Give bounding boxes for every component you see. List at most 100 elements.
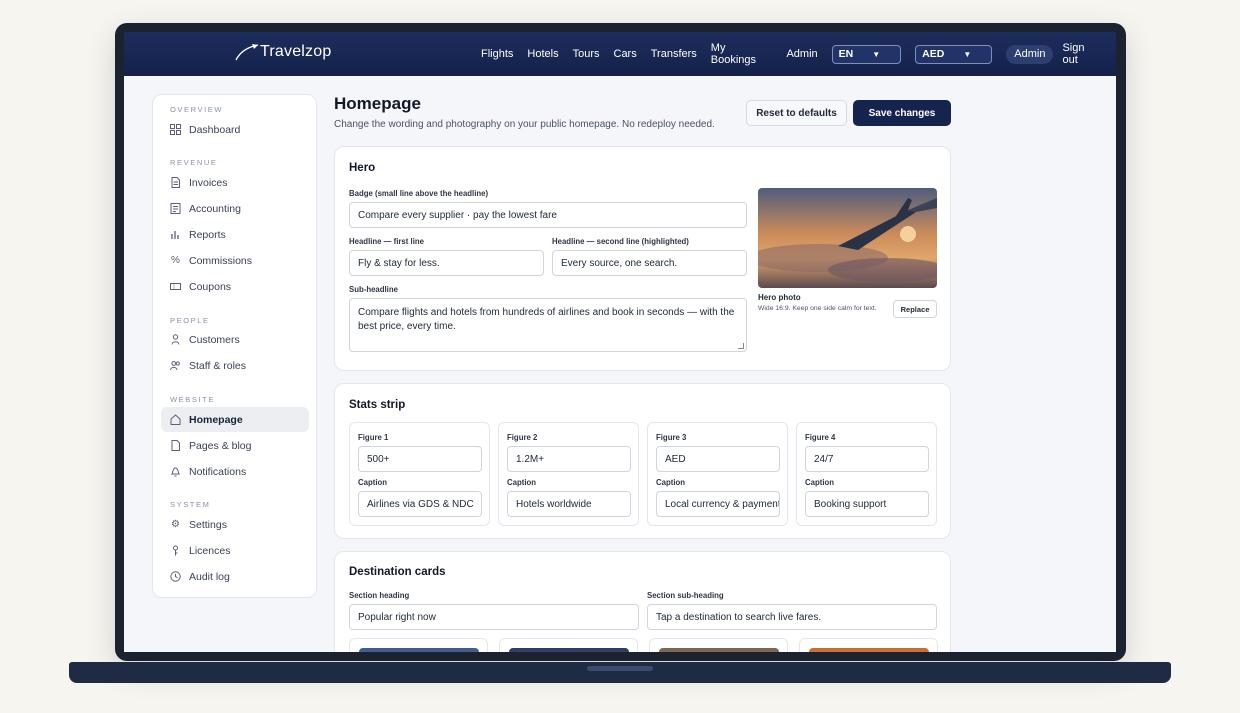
destination-card[interactable] [349, 638, 488, 652]
sidebar-section-people: PEOPLE [170, 316, 210, 325]
destination-card[interactable] [799, 638, 938, 652]
user-chip[interactable]: Admin [1006, 44, 1054, 64]
badge-label: Badge (small line above the headline) [349, 189, 489, 198]
subheadline-textarea[interactable]: Compare flights and hotels from hundreds… [349, 298, 747, 352]
user-icon [170, 334, 181, 345]
sidebar-item-label: Pages & blog [189, 439, 252, 452]
percent-icon: % [171, 255, 180, 266]
section-subheading-label: Section sub-heading [647, 591, 724, 600]
clock-icon [170, 571, 181, 582]
sidebar-item-label: Settings [189, 518, 227, 531]
replace-photo-button[interactable]: Replace [893, 300, 937, 318]
language-value: EN [838, 48, 854, 60]
nav-links: Flights Hotels Tours Cars Transfers My B… [481, 32, 1116, 76]
figure-3-input[interactable]: AED [656, 446, 780, 472]
currency-select[interactable]: AED ▼ [915, 44, 993, 64]
nav-link-transfers[interactable]: Transfers [651, 48, 697, 60]
chevron-down-icon: ▼ [872, 49, 881, 59]
headline-second-input[interactable]: Every source, one search. [552, 250, 747, 276]
sidebar-item-dashboard[interactable]: Dashboard [161, 117, 309, 142]
stat-figure-1-box: Figure 1 500+ Caption Airlines via GDS &… [349, 422, 490, 526]
nav-link-flights[interactable]: Flights [481, 48, 513, 60]
nav-link-my-bookings[interactable]: My Bookings [711, 42, 773, 66]
sidebar-item-reports[interactable]: Reports [161, 222, 309, 247]
hero-card-title: Hero [349, 162, 376, 174]
sidebar-item-homepage[interactable]: Homepage [161, 407, 309, 432]
sidebar-item-invoices[interactable]: Invoices [161, 170, 309, 195]
section-heading-label: Section heading [349, 591, 410, 600]
sidebar-item-settings[interactable]: ⚙ Settings [161, 512, 309, 537]
sidebar-item-label: Audit log [189, 570, 230, 583]
save-changes-button[interactable]: Save changes [853, 100, 951, 126]
brand-logo[interactable]: Travelzop [234, 42, 331, 62]
caption-label: Caption [805, 478, 835, 487]
stat-figure-3-box: Figure 3 AED Caption Local currency & pa… [647, 422, 788, 526]
caption-3-input[interactable]: Local currency & payment [656, 491, 780, 517]
destinations-card-title: Destination cards [349, 566, 446, 578]
sidebar-item-label: Customers [189, 333, 240, 346]
chevron-down-icon: ▼ [963, 49, 972, 59]
caption-label: Caption [507, 478, 537, 487]
headline-first-input[interactable]: Fly & stay for less. [349, 250, 544, 276]
reset-defaults-button[interactable]: Reset to defaults [746, 100, 847, 126]
nav-link-admin[interactable]: Admin [786, 48, 817, 60]
figure-4-input[interactable]: 24/7 [805, 446, 929, 472]
figure-label: Figure 3 [656, 433, 687, 442]
sidebar-item-audit-log[interactable]: Audit log [161, 564, 309, 589]
sidebar-item-coupons[interactable]: Coupons [161, 274, 309, 299]
laptop-notch [587, 666, 653, 671]
ticket-icon [170, 281, 181, 292]
destination-image [659, 648, 779, 652]
caption-label: Caption [358, 478, 388, 487]
destination-image [809, 648, 929, 652]
sidebar-item-commissions[interactable]: % Commissions [161, 248, 309, 273]
destination-card[interactable] [499, 638, 638, 652]
sign-out-link[interactable]: Sign out [1062, 42, 1102, 66]
headline-first-label: Headline — first line [349, 237, 424, 246]
currency-value: AED [922, 48, 945, 60]
sidebar-item-notifications[interactable]: Notifications [161, 459, 309, 484]
badge-input[interactable]: Compare every supplier · pay the lowest … [349, 202, 747, 228]
nav-link-cars[interactable]: Cars [614, 48, 637, 60]
figure-label: Figure 4 [805, 433, 836, 442]
sidebar-item-label: Licences [189, 544, 231, 557]
sidebar-item-accounting[interactable]: Accounting [161, 196, 309, 221]
language-select[interactable]: EN ▼ [831, 44, 902, 64]
sidebar: OVERVIEW Dashboard REVENUE Invoices Acco… [152, 94, 317, 598]
page-subtitle: Change the wording and photography on yo… [334, 119, 715, 130]
sidebar-item-staff-roles[interactable]: Staff & roles [161, 353, 309, 378]
caption-2-input[interactable]: Hotels worldwide [507, 491, 631, 517]
caption-4-input[interactable]: Booking support [805, 491, 929, 517]
destination-cards-card: Destination cards Section heading Popula… [334, 551, 951, 652]
users-icon [170, 360, 181, 371]
sidebar-item-customers[interactable]: Customers [161, 327, 309, 352]
destination-card[interactable] [649, 638, 788, 652]
section-heading-input[interactable]: Popular right now [349, 604, 639, 630]
page-title: Homepage [334, 94, 421, 113]
sidebar-section-overview: OVERVIEW [170, 105, 224, 114]
gear-icon: ⚙ [171, 519, 180, 530]
sidebar-item-label: Accounting [189, 202, 241, 215]
dashboard-icon [170, 124, 181, 135]
sidebar-item-pages-blog[interactable]: Pages & blog [161, 433, 309, 458]
sidebar-item-label: Coupons [189, 280, 232, 293]
hero-photo-label: Hero photo [758, 293, 801, 302]
figure-2-input[interactable]: 1.2M+ [507, 446, 631, 472]
figure-label: Figure 1 [358, 433, 389, 442]
nav-link-tours[interactable]: Tours [573, 48, 600, 60]
caption-1-input[interactable]: Airlines via GDS & NDC [358, 491, 482, 517]
key-icon [170, 545, 181, 556]
page-icon [170, 440, 181, 451]
hero-photo-hint: Wide 16:9. Keep one side calm for text. [758, 305, 877, 312]
stat-figure-2-box: Figure 2 1.2M+ Caption Hotels worldwide [498, 422, 639, 526]
sidebar-item-label: Homepage [189, 413, 243, 426]
resize-handle[interactable] [738, 343, 744, 349]
nav-link-hotels[interactable]: Hotels [527, 48, 558, 60]
figure-1-input[interactable]: 500+ [358, 446, 482, 472]
section-subheading-input[interactable]: Tap a destination to search live fares. [647, 604, 937, 630]
invoice-icon [170, 177, 181, 188]
sidebar-item-licences[interactable]: Licences [161, 538, 309, 563]
home-icon [170, 414, 181, 425]
plane-swoosh-icon [235, 44, 259, 61]
subheadline-label: Sub-headline [349, 285, 398, 294]
